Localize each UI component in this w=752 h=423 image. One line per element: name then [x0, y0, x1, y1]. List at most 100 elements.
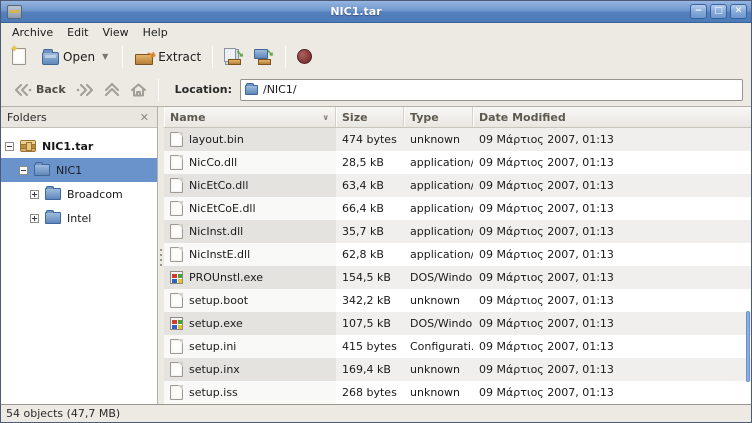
minimize-button[interactable]: −: [690, 4, 707, 19]
folder-icon: [45, 212, 61, 224]
file-date-modified: 09 Μάρτιος 2007, 01:13: [473, 202, 751, 215]
file-type: application/...: [404, 202, 473, 215]
extract-label: Extract: [158, 50, 201, 64]
sidebar-close-icon[interactable]: ✕: [138, 111, 151, 124]
forward-button[interactable]: [71, 81, 99, 99]
file-name: setup.ini: [189, 340, 236, 353]
file-rows: layout.bin474 bytesunknown09 Μάρτιος 200…: [164, 128, 751, 404]
file-size: 154,5 kB: [336, 271, 404, 284]
file-type: application/...: [404, 225, 473, 238]
executable-file-icon: [170, 271, 183, 284]
table-row[interactable]: setup.exe107,5 kBDOS/Windo...09 Μάρτιος …: [164, 312, 751, 335]
open-button[interactable]: Open ▼: [37, 46, 116, 68]
tree-item-nic1[interactable]: NIC1: [1, 158, 157, 182]
navbar-separator: [158, 79, 159, 101]
table-row[interactable]: NicCo.dll28,5 kBapplication/...09 Μάρτιο…: [164, 151, 751, 174]
titlebar[interactable]: NIC1.tar − □ ✕: [1, 1, 751, 23]
file-name: NicEtCoE.dll: [189, 202, 256, 215]
table-row[interactable]: NicInstE.dll62,8 kBapplication/...09 Μάρ…: [164, 243, 751, 266]
extract-button[interactable]: Extract: [129, 46, 206, 68]
tree-item-label: NIC1.tar: [42, 140, 93, 153]
document-file-icon: [170, 224, 183, 239]
menu-help[interactable]: Help: [136, 25, 175, 40]
sidebar-title: Folders: [7, 111, 138, 124]
table-row[interactable]: PROUnstl.exe154,5 kBDOS/Windo...09 Μάρτι…: [164, 266, 751, 289]
column-header-date-modified[interactable]: Date Modified: [473, 107, 751, 127]
menu-archive[interactable]: Archive: [5, 25, 60, 40]
file-name: layout.bin: [189, 133, 244, 146]
file-type: unknown: [404, 363, 473, 376]
up-button[interactable]: [99, 80, 125, 100]
file-list-pane: Name ∨ Size Type Date Modified layout.bi…: [164, 107, 751, 404]
file-type: unknown: [404, 294, 473, 307]
document-file-icon: [170, 293, 183, 308]
forward-icon: [76, 84, 94, 96]
file-date-modified: 09 Μάρτιος 2007, 01:13: [473, 225, 751, 238]
file-size: 107,5 kB: [336, 317, 404, 330]
tree-item-label: Broadcom: [67, 188, 123, 201]
menu-edit[interactable]: Edit: [60, 25, 95, 40]
add-files-button[interactable]: [219, 45, 249, 68]
tree-item-label: Intel: [67, 212, 91, 225]
table-row[interactable]: NicEtCoE.dll 66,4 kBapplication/...09 Μάρ…: [164, 197, 751, 220]
tree-item-nic1-tar[interactable]: NIC1.tar: [1, 134, 157, 158]
document-file-icon: [170, 132, 183, 147]
file-size: 66,4 kB: [336, 202, 404, 215]
table-row[interactable]: setup.iss268 bytesunknown09 Μάρτιος 2007…: [164, 381, 751, 404]
tree-item-broadcom[interactable]: Broadcom: [1, 182, 157, 206]
new-archive-button[interactable]: [7, 45, 31, 68]
file-size: 28,5 kB: [336, 156, 404, 169]
archive-icon: [20, 140, 36, 152]
table-row[interactable]: NicInst.dll35,7 kBapplication/...09 Μάρτ…: [164, 220, 751, 243]
open-dropdown-chevron-icon[interactable]: ▼: [99, 52, 111, 61]
status-text: 54 objects (47,7 MB): [6, 407, 120, 420]
file-date-modified: 09 Μάρτιος 2007, 01:13: [473, 340, 751, 353]
back-icon: [14, 84, 32, 96]
document-file-icon: [170, 155, 183, 170]
file-type: application/...: [404, 248, 473, 261]
table-row[interactable]: layout.bin474 bytesunknown09 Μάρτιος 200…: [164, 128, 751, 151]
column-header-name[interactable]: Name ∨: [164, 107, 336, 127]
file-size: 63,4 kB: [336, 179, 404, 192]
file-name: setup.iss: [189, 386, 238, 399]
open-label: Open: [63, 50, 95, 64]
file-size: 474 bytes: [336, 133, 404, 146]
tree-item-label: NIC1: [56, 164, 82, 177]
file-size: 342,2 kB: [336, 294, 404, 307]
table-row[interactable]: setup.ini415 bytesConfigurati...09 Μάρτι…: [164, 335, 751, 358]
collapse-icon[interactable]: [19, 166, 28, 175]
stop-button[interactable]: [292, 46, 317, 67]
expand-icon[interactable]: [30, 190, 39, 199]
close-button[interactable]: ✕: [730, 4, 747, 19]
file-type: DOS/Windo...: [404, 271, 473, 284]
table-row[interactable]: setup.boot342,2 kBunknown09 Μάρτιος 2007…: [164, 289, 751, 312]
back-button[interactable]: Back: [9, 80, 71, 99]
file-name: NicCo.dll: [189, 156, 237, 169]
folders-sidebar: Folders ✕ NIC1.tar NIC1 Broadcom Intel: [1, 107, 158, 404]
up-icon: [104, 83, 120, 97]
menu-view[interactable]: View: [95, 25, 135, 40]
column-header-size[interactable]: Size: [336, 107, 404, 127]
tree-item-intel[interactable]: Intel: [1, 206, 157, 230]
file-type: unknown: [404, 386, 473, 399]
column-header-type[interactable]: Type: [404, 107, 473, 127]
menubar: Archive Edit View Help: [1, 23, 751, 40]
collapse-icon[interactable]: [5, 142, 14, 151]
vertical-scrollbar-thumb[interactable]: [746, 311, 750, 382]
file-date-modified: 09 Μάρτιος 2007, 01:13: [473, 248, 751, 261]
file-size: 169,4 kB: [336, 363, 404, 376]
location-input[interactable]: /NIC1/: [240, 79, 743, 101]
statusbar: 54 objects (47,7 MB): [1, 404, 751, 422]
expand-icon[interactable]: [30, 214, 39, 223]
table-row[interactable]: setup.inx169,4 kBunknown09 Μάρτιος 2007,…: [164, 358, 751, 381]
table-row[interactable]: NicEtCo.dll63,4 kBapplication/...09 Μάρτ…: [164, 174, 751, 197]
file-size: 35,7 kB: [336, 225, 404, 238]
file-date-modified: 09 Μάρτιος 2007, 01:13: [473, 179, 751, 192]
home-button[interactable]: [125, 80, 152, 100]
add-folder-button[interactable]: [249, 45, 279, 68]
home-icon: [130, 83, 147, 97]
file-date-modified: 09 Μάρτιος 2007, 01:13: [473, 156, 751, 169]
file-type: application/...: [404, 179, 473, 192]
maximize-button[interactable]: □: [710, 4, 727, 19]
file-name: setup.exe: [189, 317, 243, 330]
